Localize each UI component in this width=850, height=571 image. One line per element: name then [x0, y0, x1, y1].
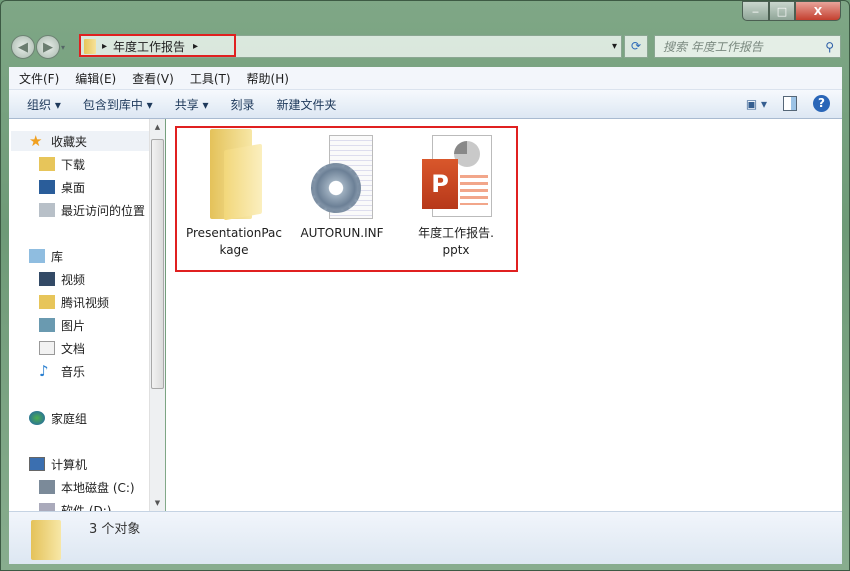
nav-d-drive[interactable]: 软件 (D:)	[39, 500, 111, 511]
nav-label: 最近访问的位置	[61, 203, 146, 218]
new-folder-button[interactable]: 新建文件夹	[277, 96, 337, 113]
nav-music[interactable]: ♪ 音乐	[39, 361, 85, 381]
nav-c-drive[interactable]: 本地磁盘 (C:)	[39, 477, 135, 497]
recent-places-icon	[39, 203, 55, 217]
menu-file[interactable]: 文件(F)	[19, 70, 59, 87]
navigation-pane: ★ 收藏夹 下载 桌面 最近访问的位置 库 视频 腾讯视频 图片 文档 ♪ 音乐 家…	[9, 119, 165, 511]
folder-icon	[31, 520, 61, 560]
menu-bar: 文件(F) 编辑(E) 查看(V) 工具(T) 帮助(H)	[9, 67, 842, 90]
drive-icon	[39, 503, 55, 511]
nav-label: 本地磁盘 (C:)	[61, 480, 135, 495]
menu-edit[interactable]: 编辑(E)	[75, 70, 116, 87]
command-bar: 组织 ▾ 包含到库中 ▾ 共享 ▾ 刻录 新建文件夹 ▣ ▾ ?	[9, 90, 842, 119]
explorer-window: ‒ □ X ◀ ▶ ▾ ▸ 年度工作报告 ▸ ▾ ⟳ 搜索 年度工作报告 ⚲ 文…	[0, 0, 850, 571]
nav-scrollbar[interactable]: ▲ ▼	[149, 119, 165, 511]
minimize-button[interactable]: ‒	[742, 1, 769, 21]
downloads-icon	[39, 157, 55, 171]
nav-downloads[interactable]: 下载	[39, 154, 85, 174]
nav-pictures[interactable]: 图片	[39, 315, 85, 335]
nav-label: 腾讯视频	[61, 295, 110, 310]
item-count: 3 个对象	[89, 522, 141, 537]
search-placeholder: 搜索 年度工作报告	[663, 40, 763, 54]
forward-button[interactable]: ▶	[36, 35, 60, 59]
file-item-autorun[interactable]: AUTORUN.INF	[292, 129, 392, 242]
nav-label: 文档	[61, 341, 86, 356]
nav-homegroup[interactable]: 家庭组	[29, 408, 87, 428]
organize-button[interactable]: 组织 ▾	[27, 96, 61, 113]
nav-label: 视频	[61, 272, 86, 287]
documents-icon	[39, 341, 55, 355]
nav-recent[interactable]: 最近访问的位置	[39, 200, 145, 220]
menu-help[interactable]: 帮助(H)	[247, 70, 289, 87]
scrollbar-thumb[interactable]	[151, 139, 164, 389]
settings-file-icon	[307, 129, 377, 221]
file-name: kage	[219, 243, 249, 257]
refresh-button[interactable]: ⟳	[624, 35, 648, 58]
scroll-up-icon[interactable]: ▲	[150, 123, 165, 131]
nav-tencent-video[interactable]: 腾讯视频	[39, 292, 109, 312]
computer-icon	[29, 457, 45, 471]
nav-documents[interactable]: 文档	[39, 338, 85, 358]
maximize-button[interactable]: □	[769, 1, 795, 21]
highlight-box	[79, 34, 236, 57]
burn-button[interactable]: 刻录	[231, 96, 255, 113]
nav-label: 音乐	[61, 364, 86, 379]
nav-videos[interactable]: 视频	[39, 269, 85, 289]
file-name: pptx	[442, 243, 470, 257]
scroll-down-icon[interactable]: ▼	[150, 499, 165, 507]
nav-label: 收藏夹	[51, 134, 88, 149]
music-icon: ♪	[39, 362, 49, 380]
file-item-folder[interactable]: PresentationPac kage	[184, 129, 284, 259]
address-dropdown-icon[interactable]: ▾	[612, 41, 617, 52]
view-options-icon[interactable]: ▣ ▾	[746, 97, 767, 111]
nav-label: 计算机	[51, 457, 88, 472]
homegroup-icon	[29, 411, 45, 425]
close-button[interactable]: X	[795, 1, 841, 21]
file-list: PresentationPac kage AUTORUN.INF P 年度工作报…	[166, 119, 842, 511]
file-name: PresentationPac	[185, 226, 282, 240]
share-button[interactable]: 共享 ▾	[175, 96, 209, 113]
back-button[interactable]: ◀	[11, 35, 35, 59]
search-icon[interactable]: ⚲	[825, 40, 834, 54]
nav-label: 库	[51, 249, 64, 264]
star-icon: ★	[29, 132, 43, 150]
search-input[interactable]: 搜索 年度工作报告 ⚲	[654, 35, 841, 58]
recent-pages-icon[interactable]: ▾	[61, 43, 65, 52]
include-in-library-button[interactable]: 包含到库中 ▾	[83, 96, 153, 113]
powerpoint-file-icon: P	[418, 129, 494, 221]
folder-icon	[39, 295, 55, 309]
library-icon	[29, 249, 45, 263]
nav-computer[interactable]: 计算机	[29, 454, 87, 474]
nav-desktop[interactable]: 桌面	[39, 177, 85, 197]
nav-label: 图片	[61, 318, 86, 333]
nav-libraries[interactable]: 库	[29, 246, 63, 266]
file-name: AUTORUN.INF	[300, 226, 384, 240]
drive-icon	[39, 480, 55, 494]
help-button[interactable]: ?	[813, 95, 830, 112]
details-pane: 3 个对象	[9, 511, 842, 564]
folder-icon	[204, 129, 264, 221]
file-item-pptx[interactable]: P 年度工作报告. pptx	[406, 129, 506, 259]
nav-label: 软件 (D:)	[61, 503, 112, 512]
nav-label: 家庭组	[51, 411, 88, 426]
menu-tools[interactable]: 工具(T)	[190, 70, 231, 87]
file-name: 年度工作报告.	[418, 226, 494, 240]
preview-pane-icon[interactable]	[783, 96, 797, 111]
desktop-icon	[39, 180, 55, 194]
video-icon	[39, 272, 55, 286]
pictures-icon	[39, 318, 55, 332]
nav-label: 桌面	[61, 180, 86, 195]
nav-favorites[interactable]: ★ 收藏夹	[11, 131, 156, 151]
menu-view[interactable]: 查看(V)	[132, 70, 174, 87]
nav-label: 下载	[61, 157, 86, 172]
